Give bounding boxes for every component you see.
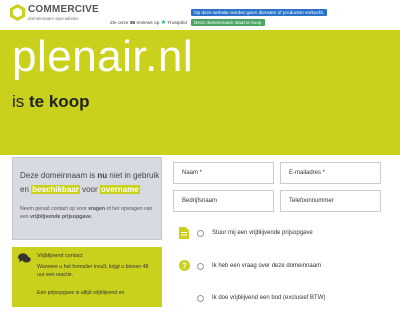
availability-line1: Deze domeinnaam is nu niet in gebruik (20, 171, 159, 180)
question-icon: ? (179, 260, 190, 271)
question-label: Ik heb een vraag over deze domeinnaam (212, 263, 322, 269)
brand-tagline: domeinnaam specialisten (28, 16, 79, 21)
availability-line2: en beschikbaar voor overname (20, 185, 140, 194)
forsale-badge: Deze domeinnaam staat te koop (191, 19, 265, 26)
forsale-bold: te koop (29, 92, 90, 111)
line1-text-c: niet in gebruik (109, 171, 160, 180)
notice-badge: Op deze website worden geen diensten of … (191, 9, 328, 16)
reviews-link[interactable]: Zie onze 36 reviews op ★ Trustpilot (110, 19, 187, 26)
takeover-highlight: overname (99, 185, 140, 194)
desc-text-b: vragen (88, 206, 106, 212)
desc-text-a: Neem gerust contact op voor (20, 206, 87, 212)
hero-banner: plenair.nl is te koop (0, 30, 400, 155)
line1-text-b: nu (97, 171, 108, 180)
bid-radio[interactable] (197, 295, 204, 302)
question-radio[interactable] (197, 263, 204, 270)
availability-description: Neem gerust contact op voor vragen of he… (20, 205, 160, 221)
commercive-logo-icon[interactable] (10, 4, 25, 21)
availability-card: Deze domeinnaam is nu niet in gebruik en… (12, 157, 162, 240)
document-icon (179, 227, 189, 239)
contact-text-2: Een prijsopgave is altijd vrijblijvend e… (37, 290, 125, 296)
available-highlight: beschikbaar (31, 185, 80, 194)
trustpilot-star-icon: ★ (160, 20, 167, 26)
email-field[interactable]: E-mailadres * (280, 162, 381, 184)
domain-title: plenair.nl (12, 32, 194, 81)
contact-text: Wanneer u het formulier invult, krijgt u… (37, 264, 149, 278)
line1-text-a: Deze domeinnaam is (20, 171, 96, 180)
name-field[interactable]: Naam * (173, 162, 274, 184)
contact-card: Vrijblijvend contact Wanneer u het formu… (12, 247, 162, 307)
price-quote-label: Stuur mij een vrijblijvende prijsopgave (212, 230, 313, 236)
option-bid[interactable]: Ik doe vrijblijvend een bod (exclusief B… (173, 287, 393, 313)
forsale-heading: is te koop (12, 92, 89, 112)
chat-icon (18, 253, 31, 263)
top-bar: COMMERCIVE domeinnaam specialisten Zie o… (0, 0, 400, 30)
line2-text-a: en (20, 185, 29, 194)
reviews-suffix: reviews op (136, 21, 160, 26)
contact-title: Vrijblijvend contact (37, 253, 83, 259)
option-question[interactable]: ? Ik heb een vraag over deze domeinnaam (173, 255, 393, 281)
reviews-count: 36 (129, 21, 136, 26)
price-quote-radio[interactable] (197, 230, 204, 237)
company-field[interactable]: Bedrijfsnaam (173, 190, 274, 212)
phone-field[interactable]: Telefoonnummer (280, 190, 381, 212)
line2-text-b: voor (82, 185, 98, 194)
forsale-prefix: is (12, 92, 25, 111)
brand-name[interactable]: COMMERCIVE (28, 4, 99, 15)
trustpilot-label: Trustpilot (167, 21, 187, 26)
reviews-prefix: Zie onze (110, 21, 129, 26)
bid-label: Ik doe vrijblijvend een bod (exclusief B… (212, 295, 326, 301)
svg-text:?: ? (182, 261, 187, 270)
option-price-quote[interactable]: Stuur mij een vrijblijvende prijsopgave (173, 222, 393, 248)
desc-text-d: vrijblijvende prijsopgave. (30, 214, 93, 220)
